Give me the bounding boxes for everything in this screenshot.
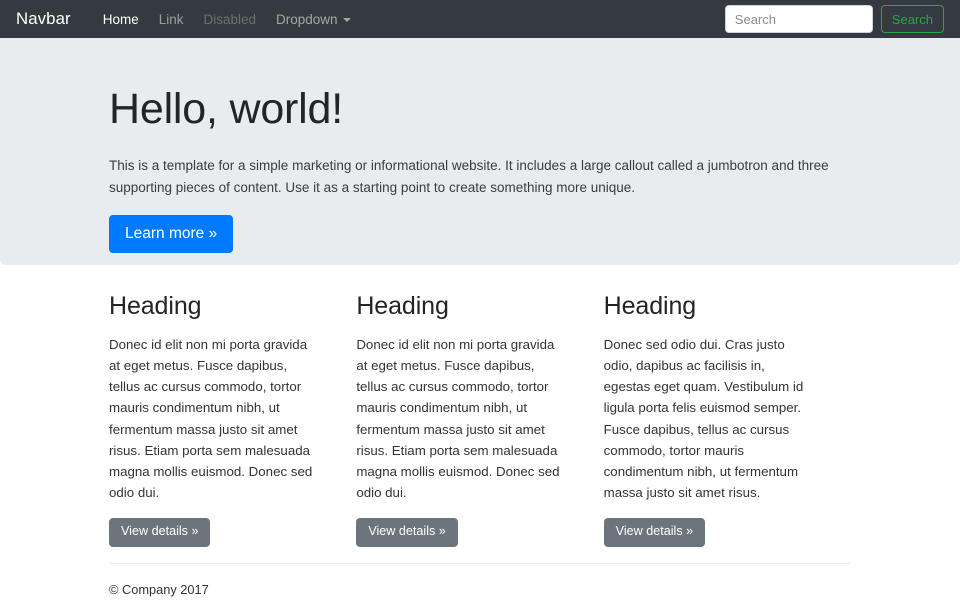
navbar: Navbar Home Link Disabled Dropdown Searc… <box>0 0 960 38</box>
nav-link-link[interactable]: Link <box>149 12 194 27</box>
content-column-1: Heading Donec id elit non mi porta gravi… <box>109 292 356 547</box>
column-body-text: Donec id elit non mi porta gravida at eg… <box>356 334 565 503</box>
nav-link-home[interactable]: Home <box>93 12 149 27</box>
nav-link-disabled: Disabled <box>193 12 266 27</box>
view-details-button[interactable]: View details » <box>604 518 705 547</box>
column-heading: Heading <box>604 292 813 321</box>
footer: © Company 2017 <box>109 563 851 597</box>
navbar-brand[interactable]: Navbar <box>16 9 71 29</box>
jumbotron-container: Hello, world! This is a template for a s… <box>109 85 851 253</box>
main-content: Heading Donec id elit non mi porta gravi… <box>109 265 851 597</box>
content-column-3: Heading Donec sed odio dui. Cras justo o… <box>604 292 851 547</box>
nav-item-home[interactable]: Home <box>93 12 149 27</box>
content-row: Heading Donec id elit non mi porta gravi… <box>109 292 851 547</box>
view-details-button[interactable]: View details » <box>109 518 210 547</box>
page-title: Hello, world! <box>109 85 851 134</box>
chevron-down-icon <box>343 18 351 22</box>
nav-item-link[interactable]: Link <box>149 12 194 27</box>
jumbotron: Hello, world! This is a template for a s… <box>0 38 960 265</box>
search-button[interactable]: Search <box>881 5 944 33</box>
search-input[interactable] <box>725 5 873 33</box>
nav-item-dropdown[interactable]: Dropdown <box>266 12 361 27</box>
footer-copyright: © Company 2017 <box>109 582 851 597</box>
navbar-search-form: Search <box>725 5 944 33</box>
learn-more-button[interactable]: Learn more » <box>109 215 233 253</box>
view-details-button[interactable]: View details » <box>356 518 457 547</box>
column-body-text: Donec sed odio dui. Cras justo odio, dap… <box>604 334 813 503</box>
column-heading: Heading <box>109 292 318 321</box>
navbar-nav: Home Link Disabled Dropdown <box>93 12 361 27</box>
nav-link-dropdown[interactable]: Dropdown <box>266 12 361 27</box>
nav-link-dropdown-label: Dropdown <box>276 12 338 27</box>
content-column-2: Heading Donec id elit non mi porta gravi… <box>356 292 603 547</box>
jumbotron-lead-text: This is a template for a simple marketin… <box>109 155 849 198</box>
nav-item-disabled: Disabled <box>193 12 266 27</box>
column-body-text: Donec id elit non mi porta gravida at eg… <box>109 334 318 503</box>
column-heading: Heading <box>356 292 565 321</box>
